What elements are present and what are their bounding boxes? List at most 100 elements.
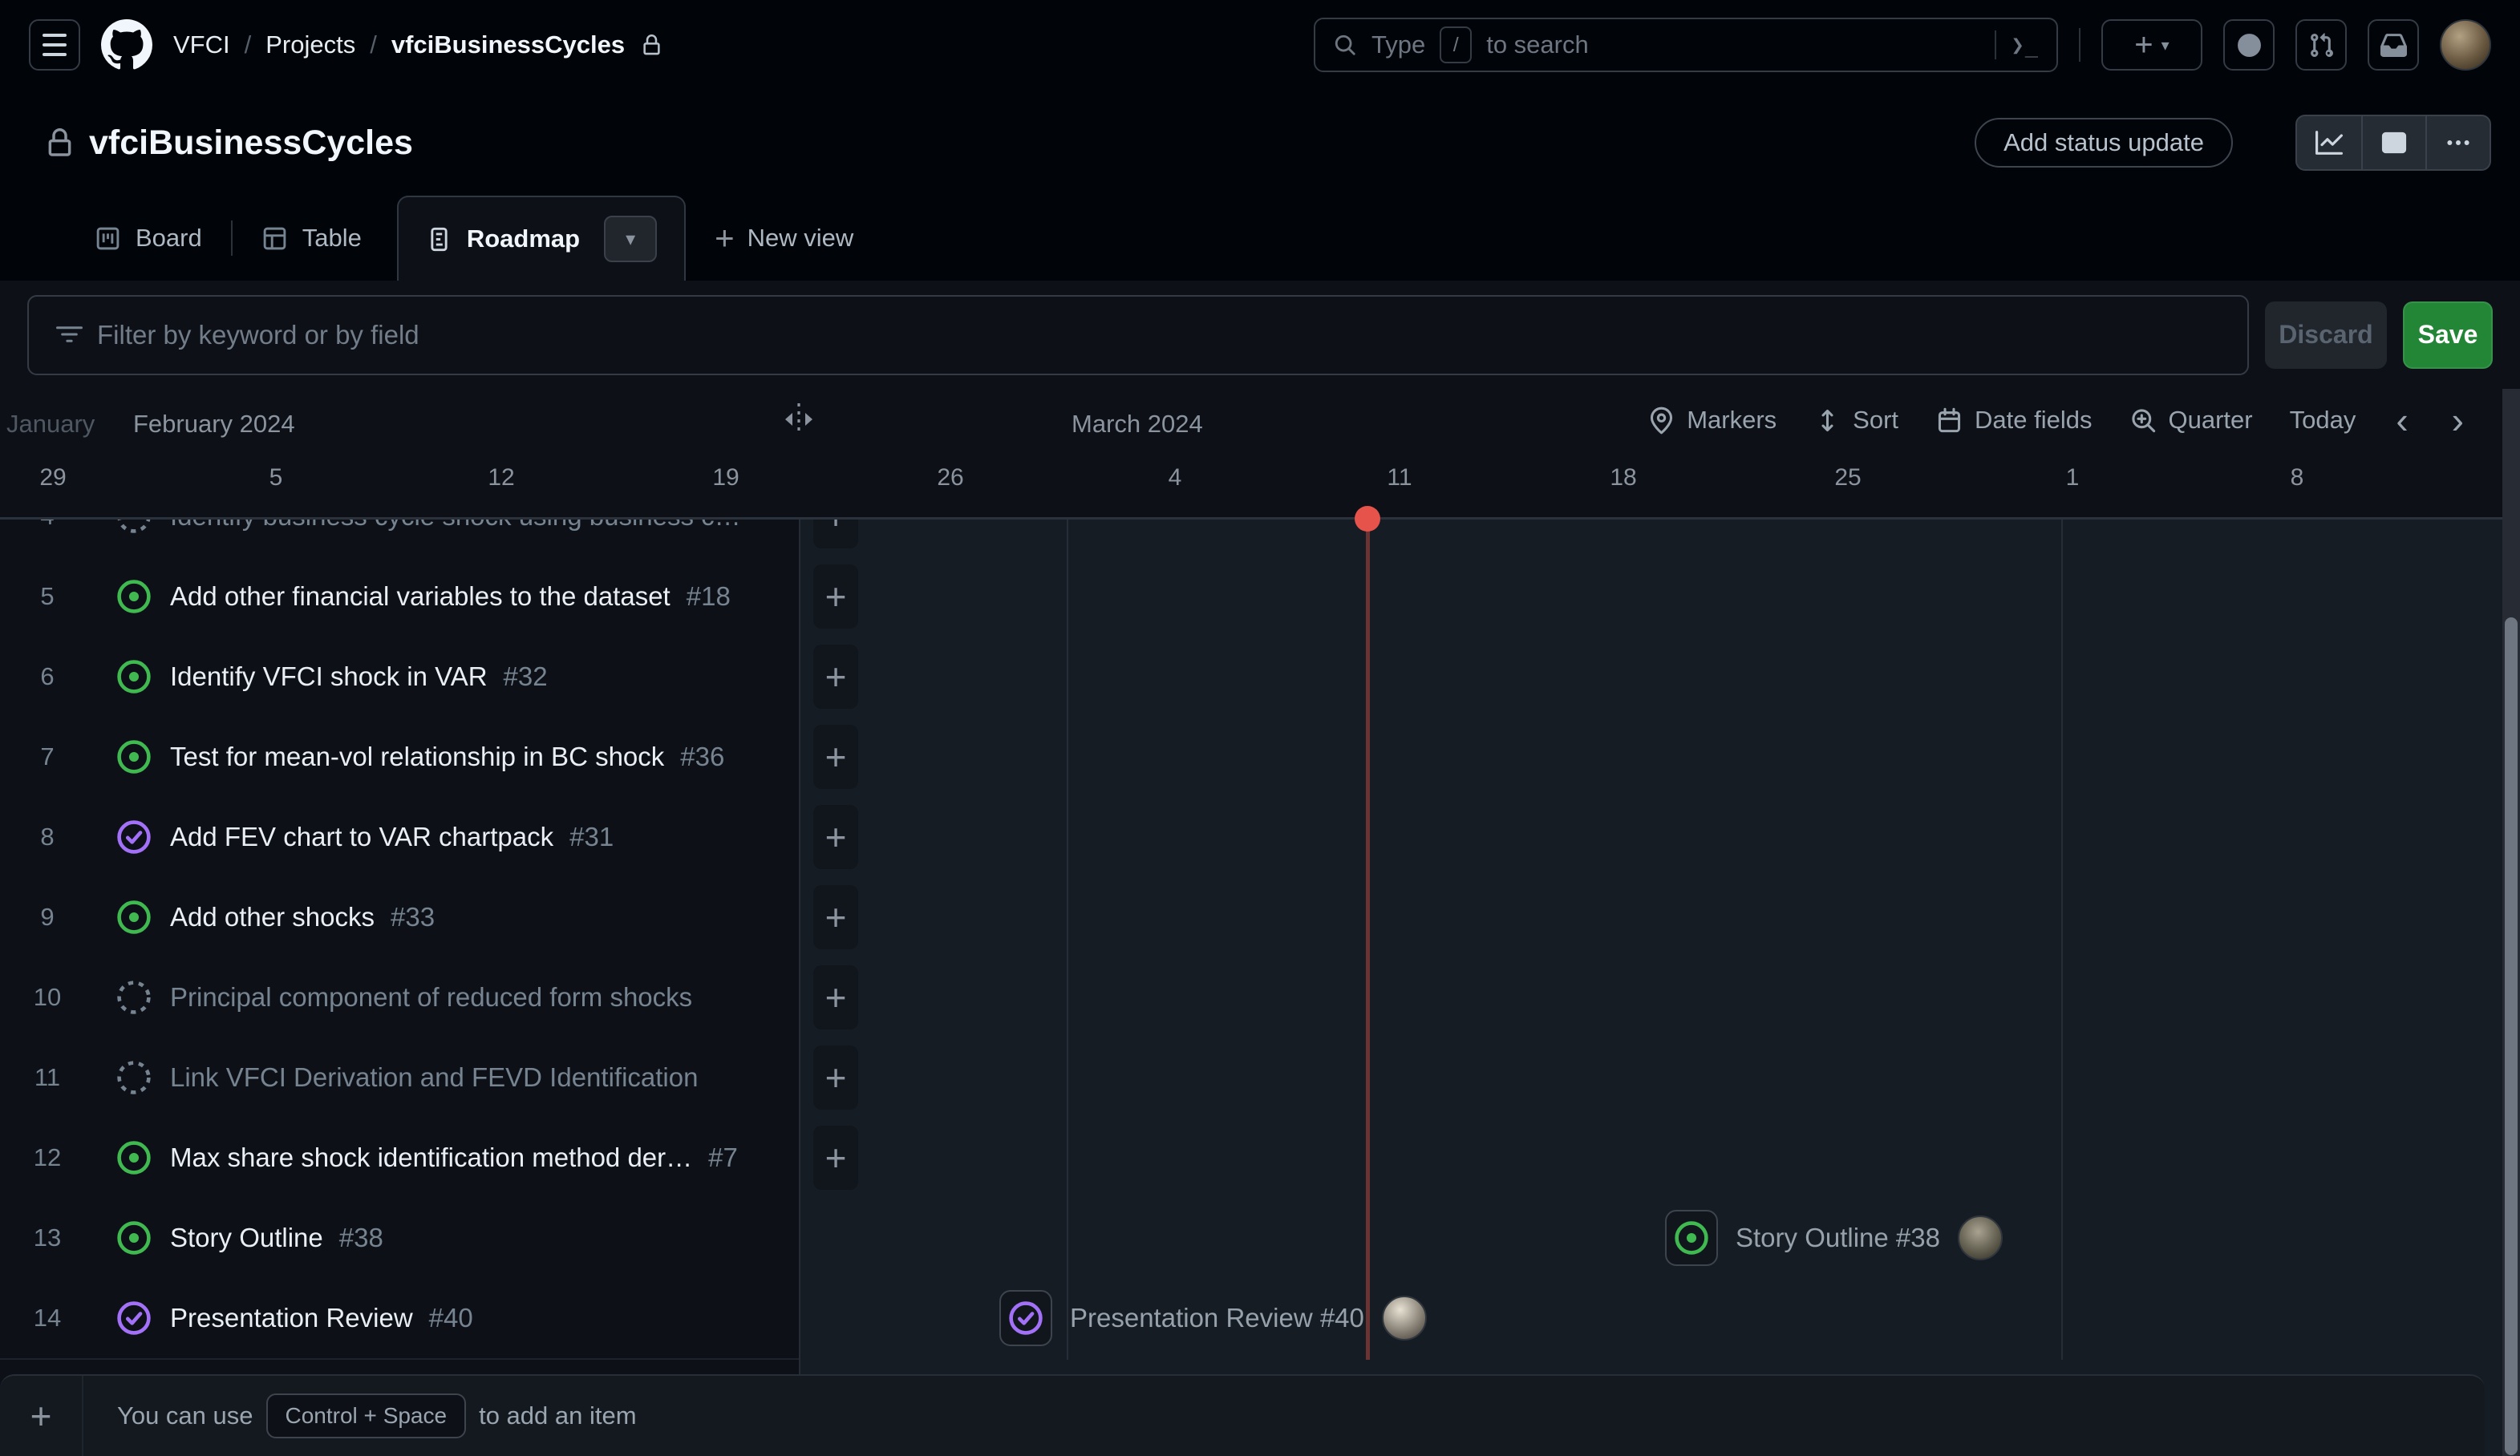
row-cell[interactable]: 11 Link VFCI Derivation and FEVD Identif… [0, 1037, 799, 1119]
timeline-item-pill[interactable] [1665, 1210, 1718, 1266]
item-title[interactable]: Identify business cycle shock using busi… [170, 520, 741, 532]
roadmap-content: 4 Identify business cycle shock using bu… [0, 520, 2502, 1456]
sort-button[interactable]: Sort [1813, 406, 1898, 435]
zoom-level-button[interactable]: Quarter [2129, 406, 2253, 435]
breadcrumb-separator: / [370, 30, 377, 59]
save-button[interactable]: Save [2403, 301, 2493, 369]
pull-requests-button[interactable] [2295, 19, 2347, 71]
tab-table[interactable]: Table [237, 224, 386, 253]
global-nav-menu-button[interactable] [29, 19, 80, 71]
inbox-button[interactable] [2368, 19, 2419, 71]
assignee-avatar[interactable] [1382, 1296, 1427, 1341]
item-title[interactable]: Principal component of reduced form shoc… [170, 982, 692, 1013]
timeline-item[interactable]: Story Outline #38 [1665, 1210, 2003, 1266]
roadmap-icon [426, 226, 452, 253]
breadcrumb-projects-link[interactable]: Projects [265, 30, 355, 59]
row-cell[interactable]: 14 Presentation Review #40 [0, 1278, 799, 1360]
issue-open-icon [115, 1139, 152, 1176]
timeline-item-pill[interactable] [999, 1290, 1052, 1346]
discard-button[interactable]: Discard [2265, 301, 2387, 369]
side-panel-button[interactable] [2361, 116, 2425, 169]
table-icon [261, 225, 288, 252]
global-search-input[interactable]: Type / to search ❯_ [1314, 18, 2058, 72]
tab-roadmap-active[interactable]: Roadmap ▾ [397, 196, 686, 281]
row-cell[interactable]: 7 Test for mean-vol relationship in BC s… [0, 717, 799, 799]
row-cell[interactable]: 8 Add FEV chart to VAR chartpack [0, 797, 799, 879]
item-title[interactable]: Add FEV chart to VAR chartpack [170, 822, 553, 852]
search-placeholder-prefix: Type [1371, 30, 1425, 59]
add-date-button[interactable]: + [813, 564, 858, 629]
user-avatar[interactable] [2440, 19, 2491, 71]
row-cell[interactable]: 4 Identify business cycle shock using bu… [0, 520, 799, 558]
add-date-button[interactable]: + [813, 805, 858, 869]
git-pull-request-icon [2308, 32, 2335, 59]
insights-button[interactable] [2297, 116, 2361, 169]
new-view-button[interactable]: + New view [686, 221, 882, 255]
date-tick-label: 12 [488, 464, 514, 491]
row-cell[interactable]: 6 Identify VFCI shock in VAR #3 [0, 637, 799, 718]
date-fields-button[interactable]: Date fields [1935, 406, 2092, 435]
github-logo-icon[interactable] [101, 19, 152, 71]
add-date-button[interactable]: + [813, 965, 858, 1029]
view-options-button[interactable]: ▾ [604, 216, 657, 262]
sidebar-collapse-icon [2380, 129, 2408, 156]
row-cell[interactable]: 12 Max share shock identification method… [0, 1118, 799, 1199]
sort-icon [1813, 406, 1841, 435]
add-date-button[interactable]: + [813, 520, 858, 548]
row-cell[interactable]: 10 Principal component of reduced form s… [0, 957, 799, 1039]
date-tick-label: 26 [937, 464, 963, 491]
timeline-item-label: Presentation Review #40 [1070, 1303, 1364, 1333]
table-resize-handle-icon[interactable] [780, 400, 818, 439]
add-date-button[interactable]: + [813, 645, 858, 709]
scroll-left-button[interactable]: ‹ [2392, 402, 2411, 439]
item-title[interactable]: Link VFCI Derivation and FEVD Identifica… [170, 1062, 698, 1093]
date-tick-label: 25 [1834, 464, 1861, 491]
item-title[interactable]: Identify VFCI shock in VAR [170, 661, 488, 692]
add-item-plus-button[interactable]: + [0, 1376, 83, 1456]
item-title[interactable]: Add other financial variables to the dat… [170, 581, 671, 612]
item-title[interactable]: Test for mean-vol relationship in BC sho… [170, 742, 664, 772]
breadcrumb-separator: / [245, 30, 252, 59]
item-title[interactable]: Max share shock identification method de… [170, 1143, 692, 1173]
table-row: 8 Add FEV chart to VAR chartpack [0, 797, 2502, 877]
create-new-button[interactable]: + ▾ [2101, 19, 2202, 71]
vertical-scrollbar-thumb[interactable] [2505, 617, 2518, 1455]
row-number: 12 [0, 1143, 95, 1172]
page-title: vfciBusinessCycles [89, 123, 413, 163]
add-status-update-button[interactable]: Add status update [1975, 118, 2233, 168]
issue-number: #32 [504, 661, 548, 692]
assignee-avatar[interactable] [1958, 1215, 2003, 1260]
board-icon [95, 225, 121, 252]
timeline-item[interactable]: Presentation Review #40 [999, 1290, 1427, 1346]
scroll-right-button[interactable]: › [2449, 402, 2467, 439]
issues-button[interactable] [2223, 19, 2275, 71]
breadcrumb: VFCI / Projects / vfciBusinessCycles [173, 30, 662, 59]
date-tick-label: 5 [269, 464, 283, 491]
add-date-button[interactable]: + [813, 885, 858, 949]
row-cell[interactable]: 9 Add other shocks #33 [0, 877, 799, 959]
vertical-scrollbar-track[interactable] [2502, 389, 2520, 1456]
item-title[interactable]: Add other shocks [170, 902, 375, 932]
item-title[interactable]: Presentation Review [170, 1303, 413, 1333]
timeline-header: January February 2024 March 2024 Markers… [0, 389, 2502, 519]
today-button[interactable]: Today [2290, 406, 2356, 435]
breadcrumb-project-link[interactable]: vfciBusinessCycles [391, 30, 625, 59]
private-lock-icon [641, 34, 662, 56]
today-marker-dot[interactable] [1355, 506, 1380, 532]
date-tick-label: 29 [39, 464, 66, 491]
filter-input[interactable] [95, 319, 2233, 351]
row-cell[interactable]: 5 Add other financial variables to the d… [0, 556, 799, 638]
item-title[interactable]: Story Outline [170, 1223, 323, 1253]
breadcrumb-org-link[interactable]: VFCI [173, 30, 230, 59]
add-date-button[interactable]: + [813, 1045, 858, 1110]
plus-icon: + [2134, 29, 2153, 61]
tab-board[interactable]: Board [71, 224, 226, 253]
add-date-button[interactable]: + [813, 725, 858, 789]
table-row: 7 Test for mean-vol relationship in BC s… [0, 717, 2502, 797]
row-cell[interactable]: 13 Story Outline #38 [0, 1198, 799, 1280]
table-row: 6 Identify VFCI shock in VAR #3 [0, 637, 2502, 717]
markers-button[interactable]: Markers [1647, 406, 1777, 435]
add-date-button[interactable]: + [813, 1126, 858, 1190]
command-palette-icon[interactable]: ❯_ [2011, 33, 2039, 58]
project-menu-button[interactable] [2425, 116, 2490, 169]
